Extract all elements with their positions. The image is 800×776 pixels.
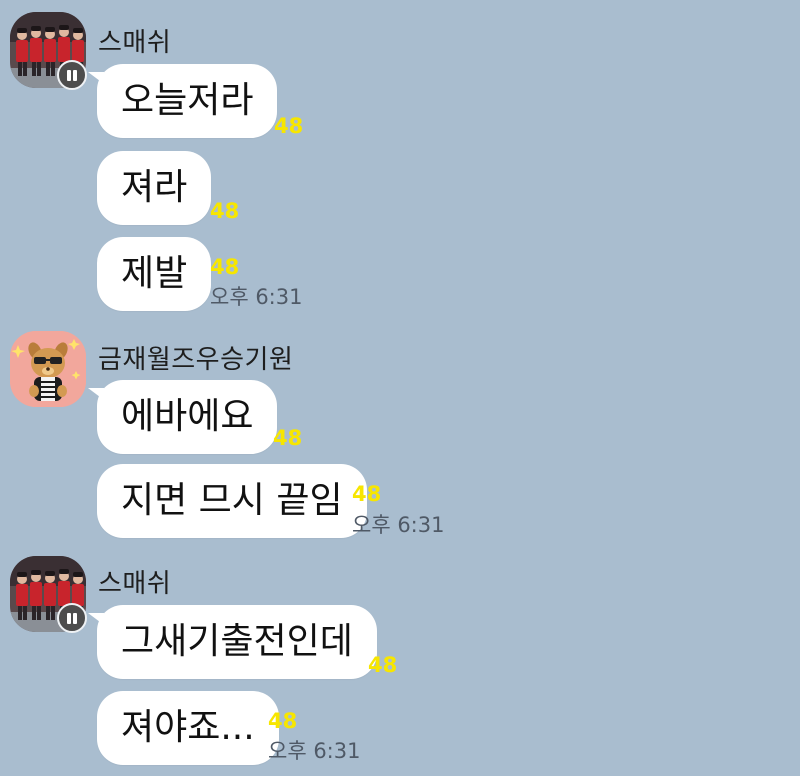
message-bubble[interactable]: 져야죠... [97,691,279,765]
message-bubble[interactable]: 져라 [97,151,212,225]
unread-count: 48 [268,709,298,733]
message-bubble[interactable]: 그새기출전인데 [88,605,377,679]
unread-count: 48 [210,199,240,223]
avatar[interactable] [10,331,86,407]
sender-name: 스매쉬 [98,28,172,58]
unread-count: 48 [352,482,382,506]
message-bubble[interactable]: 지면 므시 끝임 [97,464,367,538]
sender-name: 금재월즈우승기원 [98,345,294,375]
message-bubble[interactable]: 제발 [97,237,212,311]
message-bubble[interactable]: 에바에요 [87,380,278,454]
profile-badge-icon [57,60,87,90]
message-timestamp: 오후 6:31 [352,513,445,537]
unread-count: 48 [273,426,303,450]
message-timestamp: 오후 6:31 [268,739,361,763]
sender-name: 스매쉬 [98,569,172,599]
message-bubble[interactable]: 오늘저라 [87,64,278,138]
unread-count: 48 [274,114,304,138]
unread-count: 48 [210,255,240,279]
unread-count: 48 [368,653,398,677]
message-timestamp: 오후 6:31 [210,285,303,309]
cartoon-character-avatar-icon [10,331,86,407]
profile-badge-icon [57,603,87,633]
